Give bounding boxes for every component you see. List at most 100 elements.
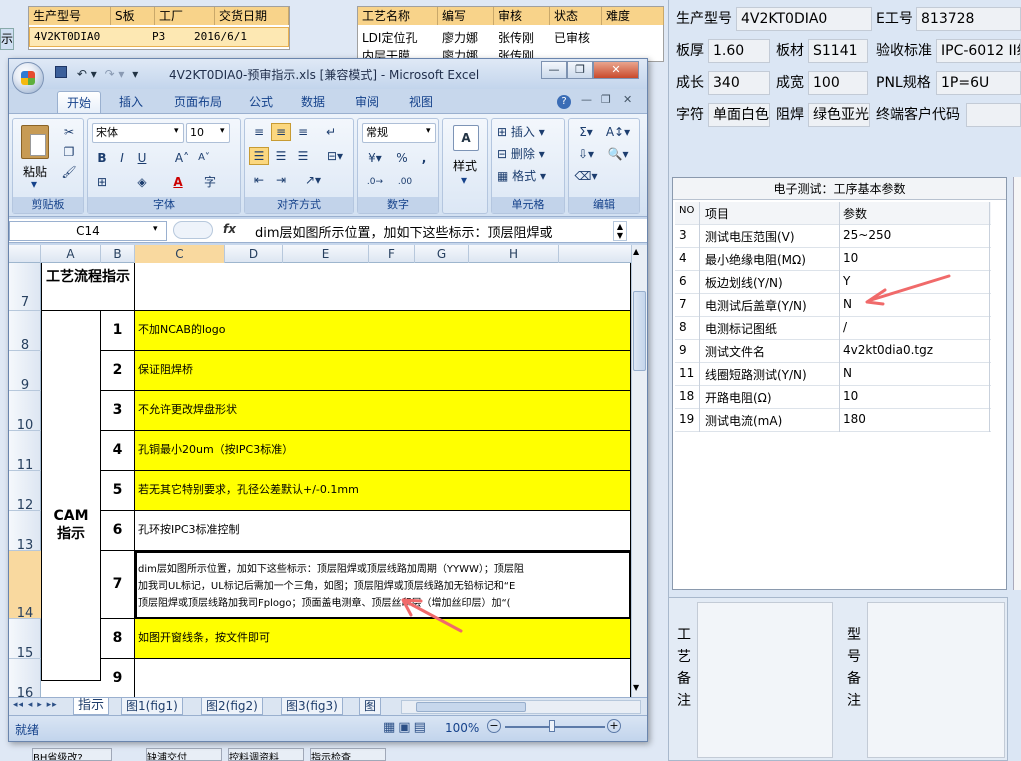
row-header[interactable]: 8 [9,311,41,353]
field-eno[interactable]: 813728 [916,7,1021,31]
zoom-slider[interactable] [505,726,605,728]
field-thickness[interactable]: 1.60 [708,39,770,63]
row-header[interactable]: 15 [9,619,41,661]
find-select-icon[interactable]: 🔍▾ [603,145,633,163]
merge-cells-icon[interactable]: ⊟▾ [321,147,349,165]
restore-button[interactable]: ❐ [567,61,593,79]
item-text[interactable] [135,659,631,697]
bottom-button-1[interactable]: BH省级改? [32,748,112,761]
fill-icon[interactable]: ⇩▾ [573,145,599,163]
ribbon-minimize-icon[interactable]: — [581,93,592,106]
border-icon[interactable]: ⊞ [92,173,112,191]
item-number[interactable]: 9 [101,659,135,697]
item-number[interactable]: 5 [101,471,135,511]
sheet-nav-icons[interactable]: ◂◂ ◂ ▸ ▸▸ [13,700,58,710]
cell-status[interactable]: 已审核 [554,29,590,47]
item-text[interactable]: 保证阻焊桥 [135,351,631,391]
sheet-tab-active[interactable]: 指示 [73,698,110,715]
format-painter-icon[interactable]: 🖌 [59,163,79,181]
comma-icon[interactable]: , [414,149,434,167]
field-width[interactable]: 100 [808,71,868,95]
row-header[interactable]: 10 [9,391,41,433]
underline-icon[interactable]: U [132,149,152,167]
decrease-decimal-icon[interactable]: .00 [392,173,418,191]
sheet-tab[interactable]: 图1(fig1) [121,698,183,715]
align-bottom-icon[interactable]: ≡ [293,123,313,141]
sheet-tab[interactable]: 图2(fig2) [201,698,263,715]
horizontal-scrollbar[interactable] [401,700,641,714]
scroll-up-icon[interactable]: ▲ [633,247,639,256]
insert-cells-button[interactable]: ⊞ 插入 ▾ [496,123,562,141]
zoom-slider-handle[interactable] [549,720,555,732]
model-notes-field[interactable] [867,602,1005,758]
field-model[interactable]: 4V2KT0DIA0 [736,7,872,31]
zoom-level[interactable]: 100% [445,721,479,735]
undo-icon[interactable]: ↶ ▾ [77,67,97,81]
fx-icon[interactable]: fx [223,222,236,236]
phonetic-icon[interactable]: 字 [200,173,220,191]
decrease-indent-icon[interactable]: ⇤ [249,171,269,189]
increase-indent-icon[interactable]: ⇥ [271,171,291,189]
sheet-tab[interactable]: 图 [359,698,382,715]
table-row[interactable]: 9 测试文件名 4v2kt0dia0.tgz [675,340,991,363]
cell-c7[interactable] [135,263,631,311]
item-text[interactable]: 不允许更改焊盘形状 [135,391,631,431]
cell-a7[interactable]: 工艺流程指示 [41,263,135,311]
copy-icon[interactable]: ❐ [59,143,79,161]
sort-filter-icon[interactable]: A↕▾ [603,123,633,141]
formula-input[interactable]: dim层如图所示位置，加如下这些标示：顶层阻焊或 [255,222,615,241]
help-icon[interactable]: ? [557,95,571,109]
zoom-out-icon[interactable]: − [487,719,501,733]
formula-controls[interactable] [173,221,213,239]
column-header[interactable]: B [101,245,135,263]
tab-data[interactable]: 数据 [293,91,333,113]
column-header[interactable]: F [369,245,415,263]
autosum-icon[interactable]: Σ▾ [573,123,599,141]
row-header[interactable]: 13 [9,511,41,553]
cell-process[interactable]: LDI定位孔 [362,29,417,47]
font-color-icon[interactable]: A [168,173,188,191]
field-length[interactable]: 340 [708,71,770,95]
cell-reviewer[interactable]: 张传刚 [498,29,534,47]
chevron-down-icon[interactable]: ▾ [220,126,225,136]
table-row[interactable]: 11 线圈短路测试(Y/N) N [675,363,991,386]
field-customer-code[interactable] [966,103,1021,127]
align-left-icon[interactable]: ☰ [249,147,269,165]
fill-color-icon[interactable]: ◈ [132,173,152,191]
paste-dropdown-icon[interactable]: ▾ [31,177,37,191]
close-button[interactable]: ✕ [593,61,639,79]
row-header[interactable]: 9 [9,351,41,393]
field-soldermask[interactable]: 绿色亚光 [808,103,870,127]
item-text[interactable]: 若无其它特别要求，孔径公差默认+/-0.1mm [135,471,631,511]
excel-titlebar[interactable]: ↶ ▾ ↷ ▾ ▾ 4V2KT0DIA0-预审指示.xls [兼容模式] - M… [9,59,647,94]
hscroll-thumb[interactable] [416,702,526,712]
cut-icon[interactable]: ✂ [59,123,79,141]
table-row[interactable]: 4 最小绝缘电阻(MΩ) 10 [675,248,991,271]
item-number[interactable]: 8 [101,619,135,659]
item-number[interactable]: 3 [101,391,135,431]
select-all-corner[interactable] [9,245,41,263]
column-header[interactable]: D [225,245,283,263]
percent-icon[interactable]: % [392,149,412,167]
field-material[interactable]: S1141 [808,39,868,63]
item-number[interactable]: 4 [101,431,135,471]
process-notes-field[interactable] [697,602,833,758]
italic-icon[interactable]: I [112,149,132,167]
clear-icon[interactable]: ⌫▾ [573,167,599,185]
shrink-font-icon[interactable]: A˅ [194,149,214,167]
table-row[interactable]: 19 测试电流(mA) 180 [675,409,991,432]
field-pnl[interactable]: 1P=6U [936,71,1021,95]
align-middle-icon[interactable]: ≡ [271,123,291,141]
left-edge-button[interactable]: 示 [0,28,14,50]
ribbon-restore-icon[interactable]: ❐ [601,93,611,106]
font-name-select[interactable]: 宋体 [92,123,184,143]
customize-qat-icon[interactable]: ▾ [132,67,138,81]
tab-view[interactable]: 视图 [401,91,441,113]
zoom-in-icon[interactable]: + [607,719,621,733]
table-row[interactable]: 18 开路电阻(Ω) 10 [675,386,991,409]
save-icon[interactable] [55,66,67,78]
item-text[interactable]: 不加NCAB的logo [135,311,631,351]
column-header[interactable]: A [41,245,101,263]
vertical-scrollbar[interactable]: ▲ ▼ [631,245,647,697]
column-header[interactable]: H [469,245,559,263]
